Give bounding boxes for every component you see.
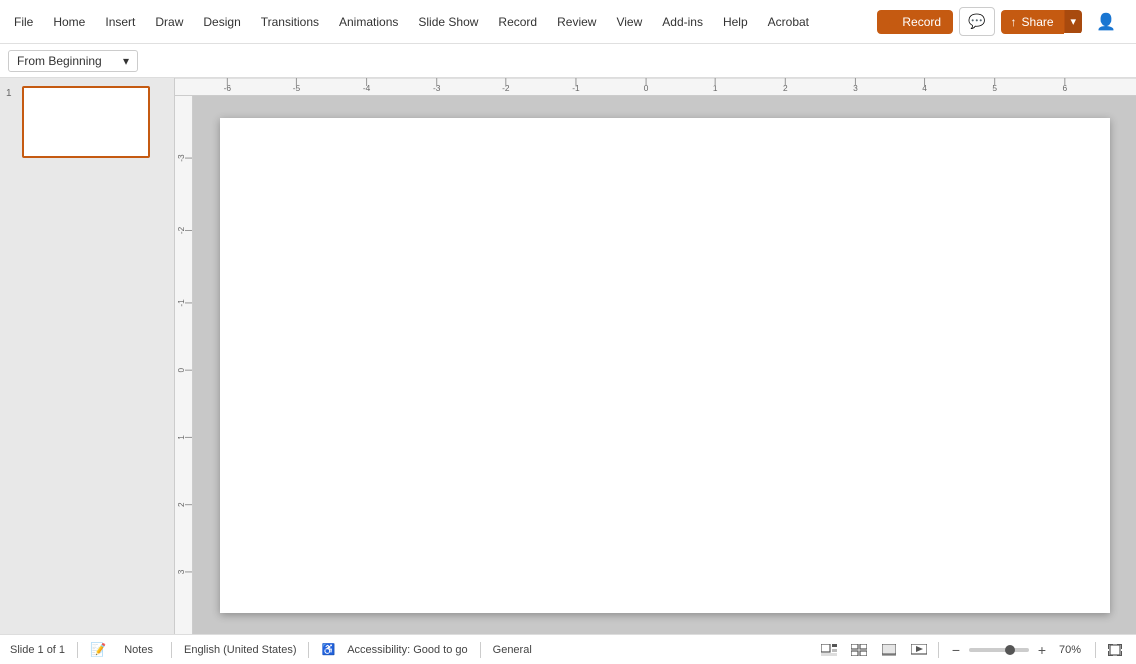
ruler-and-canvas: -6 -5 -4 -3 -2 -1 0 1 2 3 4 5 6 xyxy=(175,78,1136,634)
header-right: Record 💬 ↑ Share ▾ 👤 xyxy=(877,7,1132,37)
toolbar-row: From Beginning ▾ xyxy=(0,44,1136,78)
svg-text:0: 0 xyxy=(177,367,186,372)
menu-animations[interactable]: Animations xyxy=(329,11,408,33)
menu-addins[interactable]: Add-ins xyxy=(652,11,713,33)
h-ruler-svg: -6 -5 -4 -3 -2 -1 0 1 2 3 4 5 6 xyxy=(175,78,1136,96)
status-right: − + 70% xyxy=(818,639,1126,661)
normal-view-icon xyxy=(821,644,837,656)
svg-text:-1: -1 xyxy=(177,299,186,307)
main-area: 1 -6 -5 -4 -3 -2 -1 0 1 2 3 4 xyxy=(0,78,1136,634)
menu-view[interactable]: View xyxy=(606,11,652,33)
zoom-control: − + xyxy=(947,641,1051,659)
svg-text:1: 1 xyxy=(177,435,186,440)
comment-icon: 💬 xyxy=(968,13,985,29)
notes-button[interactable]: Notes xyxy=(118,642,159,658)
menu-insert[interactable]: Insert xyxy=(95,11,145,33)
canvas-area: -3 -2 -1 0 1 2 3 xyxy=(175,96,1136,634)
status-separator-6 xyxy=(1095,642,1096,658)
menu-slideshow[interactable]: Slide Show xyxy=(408,11,488,33)
vertical-ruler: -3 -2 -1 0 1 2 3 xyxy=(175,96,193,634)
svg-text:2: 2 xyxy=(177,502,186,507)
menu-items: File Home Insert Draw Design Transitions… xyxy=(4,11,877,33)
zoom-slider-thumb[interactable] xyxy=(1005,645,1015,655)
notes-icon: 📝 xyxy=(90,642,106,658)
slide-item: 1 xyxy=(6,86,168,158)
svg-text:3: 3 xyxy=(177,569,186,574)
status-separator-5 xyxy=(938,642,939,658)
svg-text:-3: -3 xyxy=(177,154,186,162)
comment-button[interactable]: 💬 xyxy=(959,7,994,36)
share-label: Share xyxy=(1022,15,1054,29)
normal-view-button[interactable] xyxy=(818,639,840,661)
share-main-button[interactable]: ↑ Share xyxy=(1001,10,1064,34)
fit-slide-icon xyxy=(1108,644,1122,656)
presenter-view-button[interactable] xyxy=(908,639,930,661)
language-text: English (United States) xyxy=(184,644,297,656)
menu-home[interactable]: Home xyxy=(43,11,95,33)
slide-number: 1 xyxy=(6,86,18,99)
accessibility-icon: ♿ xyxy=(321,643,335,656)
record-button[interactable]: Record xyxy=(877,10,953,34)
dropdown-label: From Beginning xyxy=(17,54,102,68)
menu-design[interactable]: Design xyxy=(193,11,250,33)
menu-file[interactable]: File xyxy=(4,11,43,33)
reading-view-button[interactable] xyxy=(878,639,900,661)
slide-sorter-button[interactable] xyxy=(848,639,870,661)
menu-review[interactable]: Review xyxy=(547,11,606,33)
zoom-in-button[interactable]: + xyxy=(1033,641,1051,659)
v-ruler-svg: -3 -2 -1 0 1 2 3 xyxy=(175,96,193,634)
status-separator-3 xyxy=(308,642,309,658)
svg-text:-2: -2 xyxy=(177,226,186,234)
status-bar: Slide 1 of 1 📝 Notes English (United Sta… xyxy=(0,634,1136,664)
reading-view-icon xyxy=(882,644,896,656)
dropdown-arrow-icon: ▾ xyxy=(123,54,129,68)
presenter-view-icon xyxy=(911,644,927,656)
status-separator-2 xyxy=(171,642,172,658)
share-icon: ↑ xyxy=(1011,15,1017,29)
menu-bar: File Home Insert Draw Design Transitions… xyxy=(0,0,1136,44)
menu-draw[interactable]: Draw xyxy=(145,11,193,33)
slide-info: Slide 1 of 1 xyxy=(10,644,65,656)
status-separator-4 xyxy=(480,642,481,658)
menu-record[interactable]: Record xyxy=(488,11,547,33)
accessibility-text: Accessibility: Good to go xyxy=(347,644,467,656)
person-icon: 👤 xyxy=(1096,14,1116,31)
zoom-out-button[interactable]: − xyxy=(947,641,965,659)
record-dot-icon xyxy=(889,18,897,26)
slide-sorter-icon xyxy=(851,644,867,656)
zoom-percent: 70% xyxy=(1059,644,1087,656)
share-arrow-icon: ▾ xyxy=(1071,16,1077,28)
menu-help[interactable]: Help xyxy=(713,11,758,33)
fit-slide-button[interactable] xyxy=(1104,639,1126,661)
slide-canvas xyxy=(193,96,1136,634)
share-dropdown-button[interactable]: ▾ xyxy=(1064,10,1083,33)
status-separator-1 xyxy=(77,642,78,658)
record-label: Record xyxy=(902,15,941,29)
menu-transitions[interactable]: Transitions xyxy=(251,11,329,33)
status-left: Slide 1 of 1 📝 Notes English (United Sta… xyxy=(10,642,532,658)
slide-content[interactable] xyxy=(220,118,1110,613)
menu-acrobat[interactable]: Acrobat xyxy=(758,11,819,33)
slideshow-dropdown[interactable]: From Beginning ▾ xyxy=(8,50,138,72)
notes-label: Notes xyxy=(124,644,153,656)
zoom-slider-track[interactable] xyxy=(969,648,1029,652)
horizontal-ruler: -6 -5 -4 -3 -2 -1 0 1 2 3 4 5 6 xyxy=(175,78,1136,96)
share-button-group: ↑ Share ▾ xyxy=(1001,10,1083,34)
slide-thumbnail[interactable] xyxy=(22,86,150,158)
general-text: General xyxy=(493,644,532,656)
profile-button[interactable]: 👤 xyxy=(1088,7,1124,37)
slide-panel: 1 xyxy=(0,78,175,634)
